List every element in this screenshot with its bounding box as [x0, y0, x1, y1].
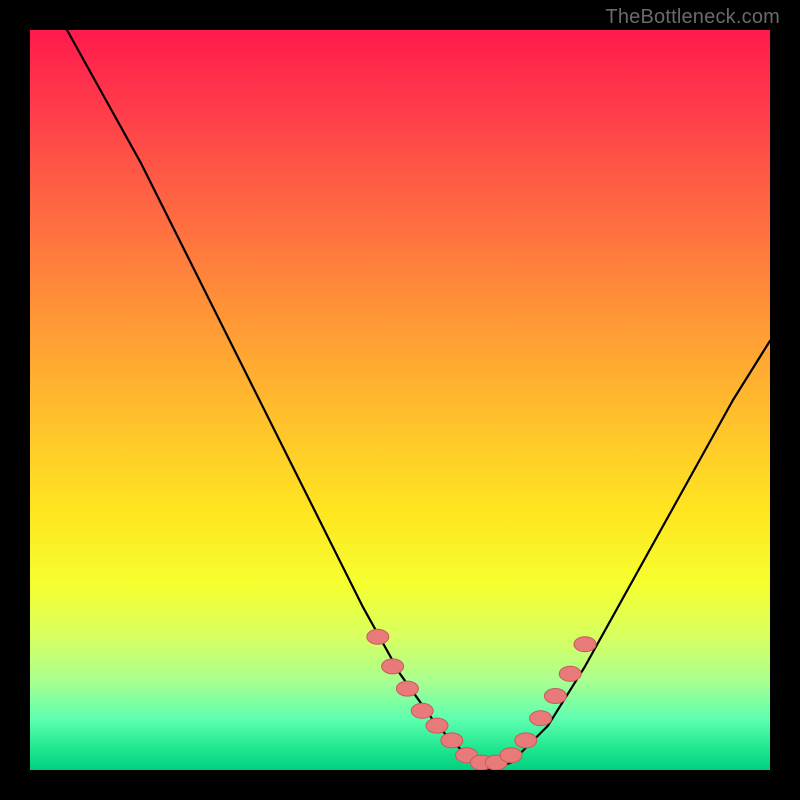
- marker-point: [426, 718, 448, 733]
- marker-point: [500, 748, 522, 763]
- marker-point: [574, 637, 596, 652]
- plot-area: [30, 30, 770, 770]
- chart-frame: TheBottleneck.com: [0, 0, 800, 800]
- attribution-text: TheBottleneck.com: [605, 6, 780, 29]
- marker-point: [367, 629, 389, 644]
- marker-point: [559, 666, 581, 681]
- chart-svg: [30, 30, 770, 770]
- marker-point: [515, 733, 537, 748]
- marker-point: [396, 681, 418, 696]
- marker-point: [382, 659, 404, 674]
- marker-point: [530, 711, 552, 726]
- marker-point: [441, 733, 463, 748]
- bottleneck-curve: [30, 30, 770, 770]
- highlight-markers: [367, 629, 596, 770]
- marker-point: [411, 703, 433, 718]
- marker-point: [544, 689, 566, 704]
